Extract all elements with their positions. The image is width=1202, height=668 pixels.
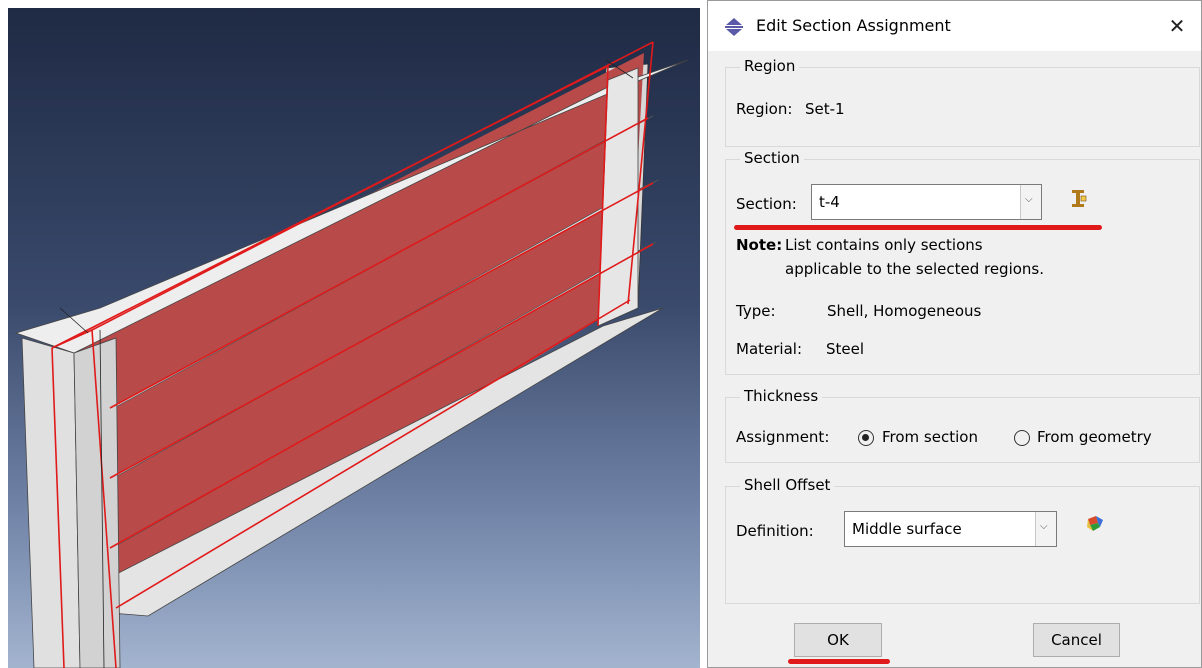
dialog-title: Edit Section Assignment <box>756 16 951 35</box>
shell-offset-group: Shell Offset Definition: Middle surface … <box>725 476 1200 604</box>
radio-from-section[interactable] <box>858 430 874 446</box>
option-from-geometry-label[interactable]: From geometry <box>1037 428 1152 446</box>
material-value: Steel <box>826 340 865 358</box>
option-from-section-label[interactable]: From section <box>882 428 978 446</box>
ok-highlight-underline <box>788 659 890 664</box>
type-label: Type: <box>736 302 776 320</box>
section-group: Section Section: t-4 ⌵ Note: List contai… <box>725 149 1200 375</box>
section-select-value: t-4 <box>819 193 840 211</box>
definition-select[interactable]: Middle surface ⌵ <box>844 511 1057 547</box>
section-legend: Section <box>740 149 804 167</box>
section-manager-icon[interactable] <box>1069 188 1089 210</box>
section-label: Section: <box>736 195 797 213</box>
edit-section-assignment-dialog: Edit Section Assignment ✕ Region Region:… <box>707 0 1202 668</box>
region-legend: Region <box>740 57 800 75</box>
section-highlight-underline <box>734 225 1102 230</box>
chevron-down-icon[interactable]: ⌵ <box>1035 512 1056 546</box>
note-line-2: applicable to the selected regions. <box>785 260 1045 278</box>
definition-label: Definition: <box>736 522 814 540</box>
model-render <box>14 41 689 668</box>
note-label: Note: <box>736 236 783 254</box>
ok-button[interactable]: OK <box>794 623 882 657</box>
title-bar[interactable]: Edit Section Assignment ✕ <box>708 1 1201 51</box>
assignment-label: Assignment: <box>736 428 830 446</box>
thickness-legend: Thickness <box>740 387 823 405</box>
region-value: Set-1 <box>805 100 845 118</box>
shell-offset-legend: Shell Offset <box>740 476 835 494</box>
app-title-icon <box>725 18 743 36</box>
definition-select-value: Middle surface <box>852 520 962 538</box>
type-value: Shell, Homogeneous <box>827 302 982 320</box>
cancel-button[interactable]: Cancel <box>1033 623 1120 657</box>
region-label: Region: <box>736 100 793 118</box>
close-icon[interactable]: ✕ <box>1163 11 1191 41</box>
model-viewport[interactable] <box>8 8 700 668</box>
material-label: Material: <box>736 340 802 358</box>
thickness-group: Thickness Assignment: From section From … <box>725 387 1200 463</box>
chevron-down-icon[interactable]: ⌵ <box>1020 185 1041 219</box>
note-line-1: List contains only sections <box>785 236 983 254</box>
radio-from-geometry[interactable] <box>1014 430 1030 446</box>
section-select[interactable]: t-4 ⌵ <box>811 184 1042 220</box>
shell-offset-icon[interactable] <box>1084 513 1106 535</box>
region-group: Region Region: Set-1 <box>725 57 1200 147</box>
